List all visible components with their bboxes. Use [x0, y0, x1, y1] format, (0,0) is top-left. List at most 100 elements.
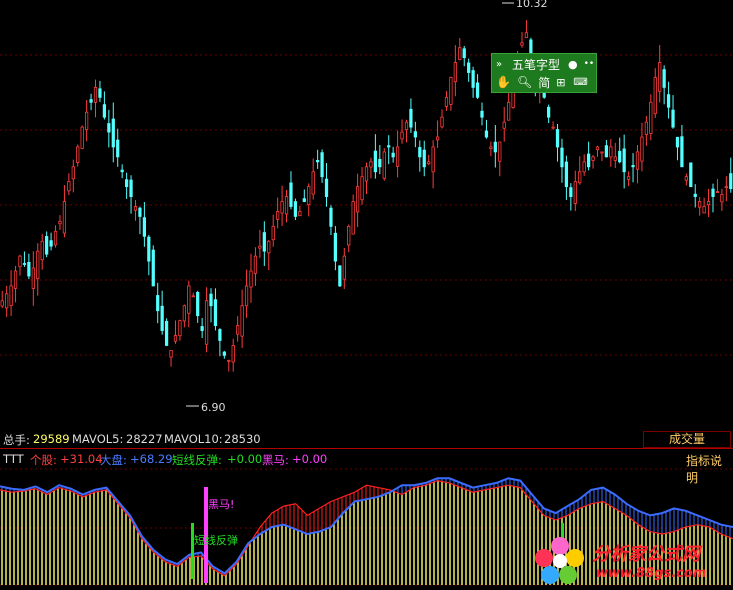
- logo-title: 分析家公式网: [592, 544, 700, 565]
- grid-icon[interactable]: ⊞: [556, 76, 565, 89]
- more-icon[interactable]: ••: [584, 59, 595, 69]
- ime-toolbar[interactable]: » 五笔字型 ● •• ✋ 🔍︎ 简 ⊞ ⌨: [491, 53, 597, 93]
- candle-body: [626, 176, 631, 180]
- candle-body: [36, 250, 40, 279]
- candle-body: [147, 236, 151, 262]
- market-label: 大盘:: [100, 453, 127, 467]
- candle-body: [98, 88, 102, 98]
- candle-body: [258, 245, 262, 249]
- candle-body: [364, 166, 369, 182]
- candle-body: [720, 194, 724, 203]
- candle-body: [316, 160, 320, 163]
- candle-body: [204, 300, 209, 345]
- candlesticks: [0, 20, 733, 372]
- candle-body: [151, 249, 155, 287]
- candle-body: [213, 299, 218, 327]
- logo-url: www.88gs.com: [596, 566, 707, 581]
- candle-body: [169, 350, 173, 358]
- candle-body: [293, 201, 298, 217]
- candle-body: [458, 47, 462, 60]
- volume-indicator-dropdown[interactable]: 成交量: [643, 431, 731, 448]
- candle-body: [644, 121, 648, 135]
- candle-body: [333, 232, 338, 262]
- short-rebound-value: +0.00: [227, 452, 263, 466]
- candle-body: [471, 70, 475, 88]
- mavol5-label: MAVOL5:: [72, 432, 124, 446]
- candle-body: [187, 285, 191, 314]
- candle-body: [609, 146, 613, 158]
- candle-body: [298, 211, 302, 217]
- candle-body: [347, 225, 351, 246]
- candle-body: [156, 295, 160, 312]
- candle-body: [342, 255, 346, 280]
- candle-body: [693, 193, 697, 197]
- candle-body: [160, 305, 164, 331]
- candle-body: [200, 326, 204, 331]
- candle-body: [382, 151, 386, 179]
- high-price-label: 10.32: [516, 0, 548, 10]
- expand-icon[interactable]: »: [496, 59, 508, 70]
- candle-body: [178, 320, 182, 337]
- candle-body: [284, 196, 289, 215]
- candle-body: [222, 351, 226, 356]
- candle-body: [5, 293, 9, 309]
- candle-body: [578, 171, 582, 184]
- candle-body: [85, 111, 89, 130]
- candle-body: [555, 129, 560, 148]
- candle-body: [547, 106, 551, 118]
- candle-body: [124, 179, 129, 188]
- black-horse-value: +0.00: [292, 452, 328, 466]
- candle-body: [58, 220, 62, 225]
- candle-body: [560, 147, 564, 168]
- short-rebound-signal: [191, 523, 194, 579]
- candle-body: [404, 121, 409, 131]
- candle-body: [120, 169, 124, 173]
- candle-body: [622, 148, 626, 173]
- candle-body: [706, 201, 711, 206]
- candle-body: [53, 230, 58, 246]
- indicator-name[interactable]: TTT: [3, 452, 24, 466]
- price-chart[interactable]: 10.32 6.90: [0, 0, 733, 430]
- candle-body: [324, 178, 329, 197]
- candle-body: [262, 232, 266, 252]
- low-marker: 6.90: [186, 401, 226, 414]
- candle-body: [102, 104, 107, 118]
- candle-body: [355, 186, 360, 213]
- candle-body: [182, 305, 186, 322]
- candle-body: [13, 270, 18, 289]
- black-horse-label: 黑马:: [262, 453, 289, 467]
- candle-body: [507, 101, 511, 121]
- candle-body: [71, 166, 75, 180]
- dot-icon[interactable]: ●: [568, 58, 578, 71]
- ime-mode-label[interactable]: 五笔字型: [512, 56, 560, 73]
- candle-body: [231, 345, 235, 363]
- candle-body: [462, 48, 466, 59]
- candle-body: [351, 201, 355, 235]
- candle-body: [666, 94, 671, 108]
- candle-body: [249, 270, 253, 288]
- total-volume-label: 总手:: [3, 433, 30, 447]
- candle-body: [240, 305, 244, 337]
- candle-body: [387, 145, 391, 148]
- candle-body: [671, 109, 675, 128]
- hand-icon[interactable]: ✋: [496, 75, 511, 89]
- candle-body: [453, 62, 457, 83]
- candle-body: [329, 207, 333, 227]
- candle-body: [227, 359, 231, 362]
- high-marker: 10.32: [502, 0, 548, 10]
- keyboard-icon[interactable]: ⌨: [573, 77, 587, 88]
- search-icon[interactable]: 🔍︎: [517, 75, 532, 89]
- candle-body: [22, 263, 27, 265]
- low-price-label: 6.90: [201, 401, 226, 414]
- simplified-label[interactable]: 简: [538, 74, 550, 91]
- candle-body: [498, 141, 502, 162]
- candle-body: [702, 206, 706, 214]
- volume-status-bar: 总手: 29589 MAVOL5: 28227 MAVOL10: 28530 成…: [0, 430, 733, 450]
- short-rebound-annotation: 短线反弹: [194, 533, 238, 547]
- candle-body: [653, 77, 657, 115]
- mavol10-value: 28530: [224, 432, 261, 446]
- candle-body: [395, 146, 400, 167]
- candle-body: [338, 265, 342, 287]
- candle-body: [431, 146, 435, 173]
- candle-body: [320, 152, 324, 178]
